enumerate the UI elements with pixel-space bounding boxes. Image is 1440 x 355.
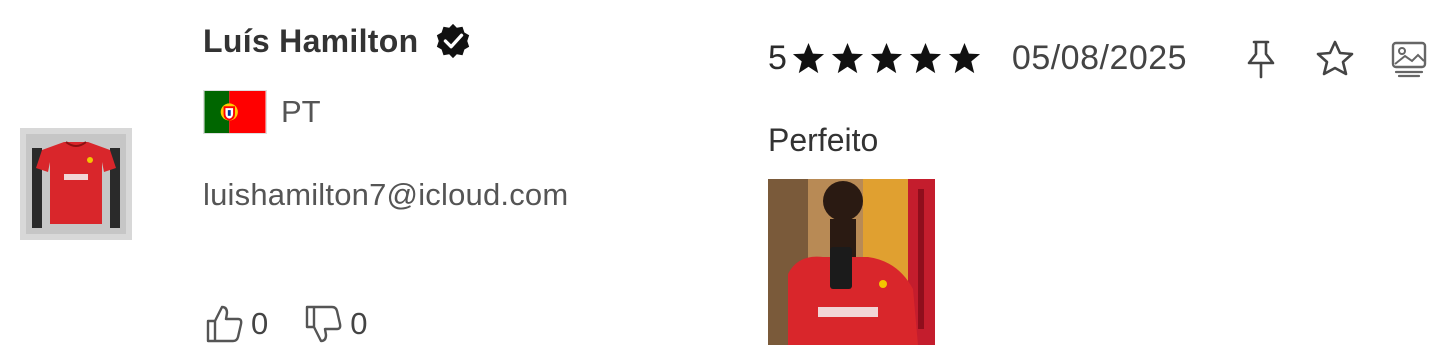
verified-check-icon [434, 22, 472, 60]
review-photo[interactable] [768, 179, 935, 345]
star-filled-icon [792, 42, 824, 73]
star-filled-icon [870, 42, 902, 73]
dislike-count: 0 [350, 306, 368, 341]
thumbs-up-icon[interactable] [203, 303, 245, 345]
reviewer-name: Luís Hamilton [203, 22, 419, 59]
review-date: 05/08/2025 [1011, 38, 1188, 77]
product-thumbnail[interactable] [20, 128, 132, 240]
country-code: PT [281, 94, 321, 129]
like-count: 0 [251, 306, 269, 341]
star-filled-icon [831, 42, 863, 73]
rating-value: 5 [768, 38, 787, 77]
image-gallery-icon[interactable] [1388, 38, 1430, 80]
star-filled-icon [948, 42, 980, 73]
pin-icon[interactable] [1240, 38, 1282, 80]
thumbs-down-icon[interactable] [302, 303, 344, 345]
portugal-flag-icon [203, 90, 267, 134]
vote-bar: 0 0 [203, 303, 396, 345]
star-outline-icon[interactable] [1314, 38, 1356, 80]
review-text: Perfeito [768, 122, 879, 158]
reviewer-email: luishamilton7@icloud.com [203, 177, 569, 212]
star-filled-icon [909, 42, 941, 73]
rating-stars [791, 41, 982, 76]
